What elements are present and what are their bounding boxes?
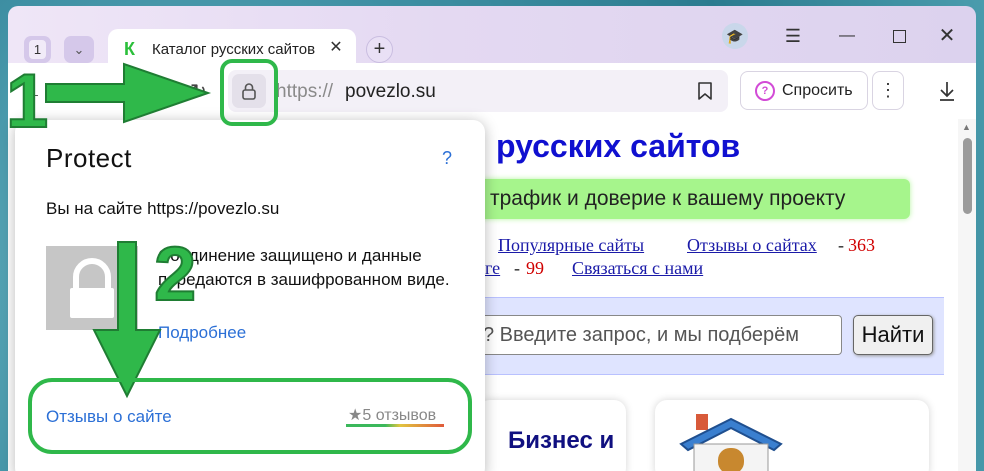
reviews-highlight-box: [28, 378, 472, 454]
step-1-arrow: [45, 62, 212, 124]
tutorial-annotations: 1 2: [5, 58, 472, 454]
step-2-arrow: [92, 241, 162, 399]
lock-highlight-box: [220, 59, 278, 126]
step-2-label: 2: [154, 232, 196, 317]
step-1-label: 1: [6, 59, 48, 144]
